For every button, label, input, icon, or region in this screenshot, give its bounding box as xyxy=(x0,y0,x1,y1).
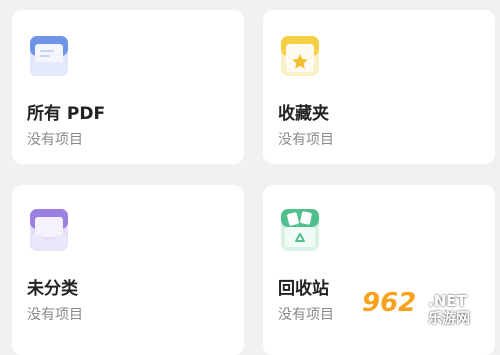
card-item-count: 没有项目 xyxy=(278,307,334,323)
site-watermark-logo: 962 .NET 乐游网 xyxy=(362,288,494,327)
card-title: 收藏夹 xyxy=(278,104,329,124)
favorites-folder-icon xyxy=(281,36,319,76)
card-item-count: 没有项目 xyxy=(278,132,334,148)
card-title: 未分类 xyxy=(27,279,78,299)
card-title: 回收站 xyxy=(278,279,329,299)
favorites-card[interactable]: 收藏夹 没有项目 xyxy=(263,10,495,164)
card-title: 所有 PDF xyxy=(27,104,106,124)
uncategorized-tray-icon xyxy=(30,209,68,251)
watermark-site-name: 乐游网 xyxy=(428,311,470,327)
pdf-folder-icon xyxy=(30,36,68,76)
watermark-number: 962 xyxy=(362,288,417,318)
recycle-bin-icon xyxy=(281,209,319,251)
card-item-count: 没有项目 xyxy=(27,307,83,323)
card-item-count: 没有项目 xyxy=(27,132,83,148)
all-pdf-card[interactable]: 所有 PDF 没有项目 xyxy=(12,10,244,164)
